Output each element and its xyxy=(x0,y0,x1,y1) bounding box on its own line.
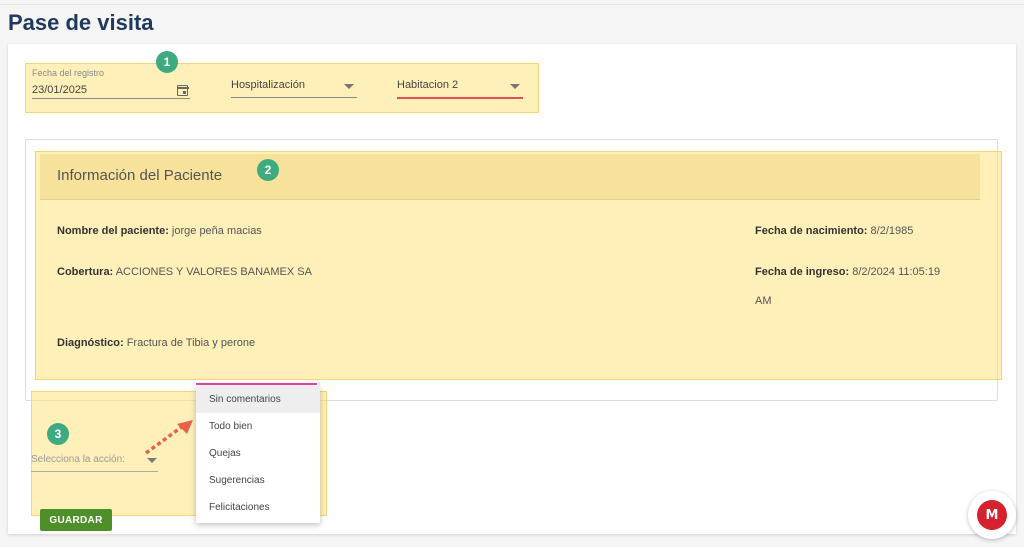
action-option-sin-comentarios[interactable]: Sin comentarios xyxy=(196,386,320,413)
fecha-registro-value: 23/01/2025 xyxy=(32,84,88,96)
area-select-underline xyxy=(231,97,357,98)
fecha-registro-label: Fecha del registro xyxy=(32,68,105,78)
patient-coverage-value: ACCIONES Y VALORES BANAMEX SA xyxy=(115,266,312,278)
action-option-todo-bien[interactable]: Todo bien xyxy=(196,413,320,440)
chevron-down-icon xyxy=(344,84,354,89)
action-select[interactable]: Selecciona la acción: xyxy=(31,453,158,473)
action-dropdown-menu: Sin comentarios Todo bien Quejas Sugeren… xyxy=(196,383,320,523)
area-select[interactable]: Hospitalización xyxy=(231,78,357,98)
patient-admission-value-cont: AM xyxy=(755,295,772,307)
pointer-arrow-icon xyxy=(144,420,193,455)
brand-logo-icon: M xyxy=(977,500,1007,530)
area-select-value: Hospitalización xyxy=(231,79,305,91)
patient-diagnosis-row: Diagnóstico: Fractura de Tibia y perone xyxy=(57,337,255,349)
habitacion-select-underline xyxy=(397,97,523,99)
patient-admission-value: 8/2/2024 11:05:19 xyxy=(852,266,941,278)
chevron-down-icon xyxy=(147,458,157,463)
patient-diagnosis-value: Fractura de Tibia y perone xyxy=(126,337,256,349)
save-button[interactable]: GUARDAR xyxy=(40,509,112,531)
page-title: Pase de visita xyxy=(8,10,154,35)
patient-admission-label: Fecha de ingreso: xyxy=(755,266,850,278)
patient-birthdate-label: Fecha de nacimiento: xyxy=(755,225,868,237)
patient-birthdate-row: Fecha de nacimiento: 8/2/1985 xyxy=(755,225,913,237)
patient-birthdate-value: 8/2/1985 xyxy=(870,225,914,237)
action-option-quejas[interactable]: Quejas xyxy=(196,440,320,467)
fecha-registro-underline xyxy=(32,98,190,99)
action-option-felicitaciones[interactable]: Felicitaciones xyxy=(196,494,320,521)
action-option-sugerencias[interactable]: Sugerencias xyxy=(196,467,320,494)
floating-action-button[interactable]: M xyxy=(968,491,1016,539)
chevron-down-icon xyxy=(510,84,520,89)
app-root: Pase de visita 1 Fecha del registro 23/0… xyxy=(0,0,1024,547)
step-badge-3: 3 xyxy=(47,423,69,445)
patient-name-label: Nombre del paciente: xyxy=(57,225,169,237)
patient-diagnosis-label: Diagnóstico: xyxy=(57,337,124,349)
patient-admission-row: Fecha de ingreso: 8/2/2024 11:05:19 xyxy=(755,266,940,278)
patient-coverage-label: Cobertura: xyxy=(57,266,114,278)
habitacion-select-value: Habitacion 2 xyxy=(397,79,459,91)
patient-coverage-row: Cobertura: ACCIONES Y VALORES BANAMEX SA xyxy=(57,266,312,278)
patient-name-row: Nombre del paciente: jorge peña macias xyxy=(57,225,262,237)
patient-name-value: jorge peña macias xyxy=(171,225,262,237)
top-divider xyxy=(0,4,1024,5)
dropdown-focus-bar xyxy=(196,383,317,385)
fecha-registro-field[interactable]: Fecha del registro 23/01/2025 xyxy=(32,68,190,100)
patient-panel-title: Información del Paciente xyxy=(57,167,223,184)
action-select-underline xyxy=(31,471,158,472)
habitacion-select[interactable]: Habitacion 2 xyxy=(397,78,523,99)
action-select-placeholder: Selecciona la acción: xyxy=(31,454,125,465)
step-badge-2: 2 xyxy=(257,159,279,181)
calendar-icon[interactable] xyxy=(176,85,189,96)
